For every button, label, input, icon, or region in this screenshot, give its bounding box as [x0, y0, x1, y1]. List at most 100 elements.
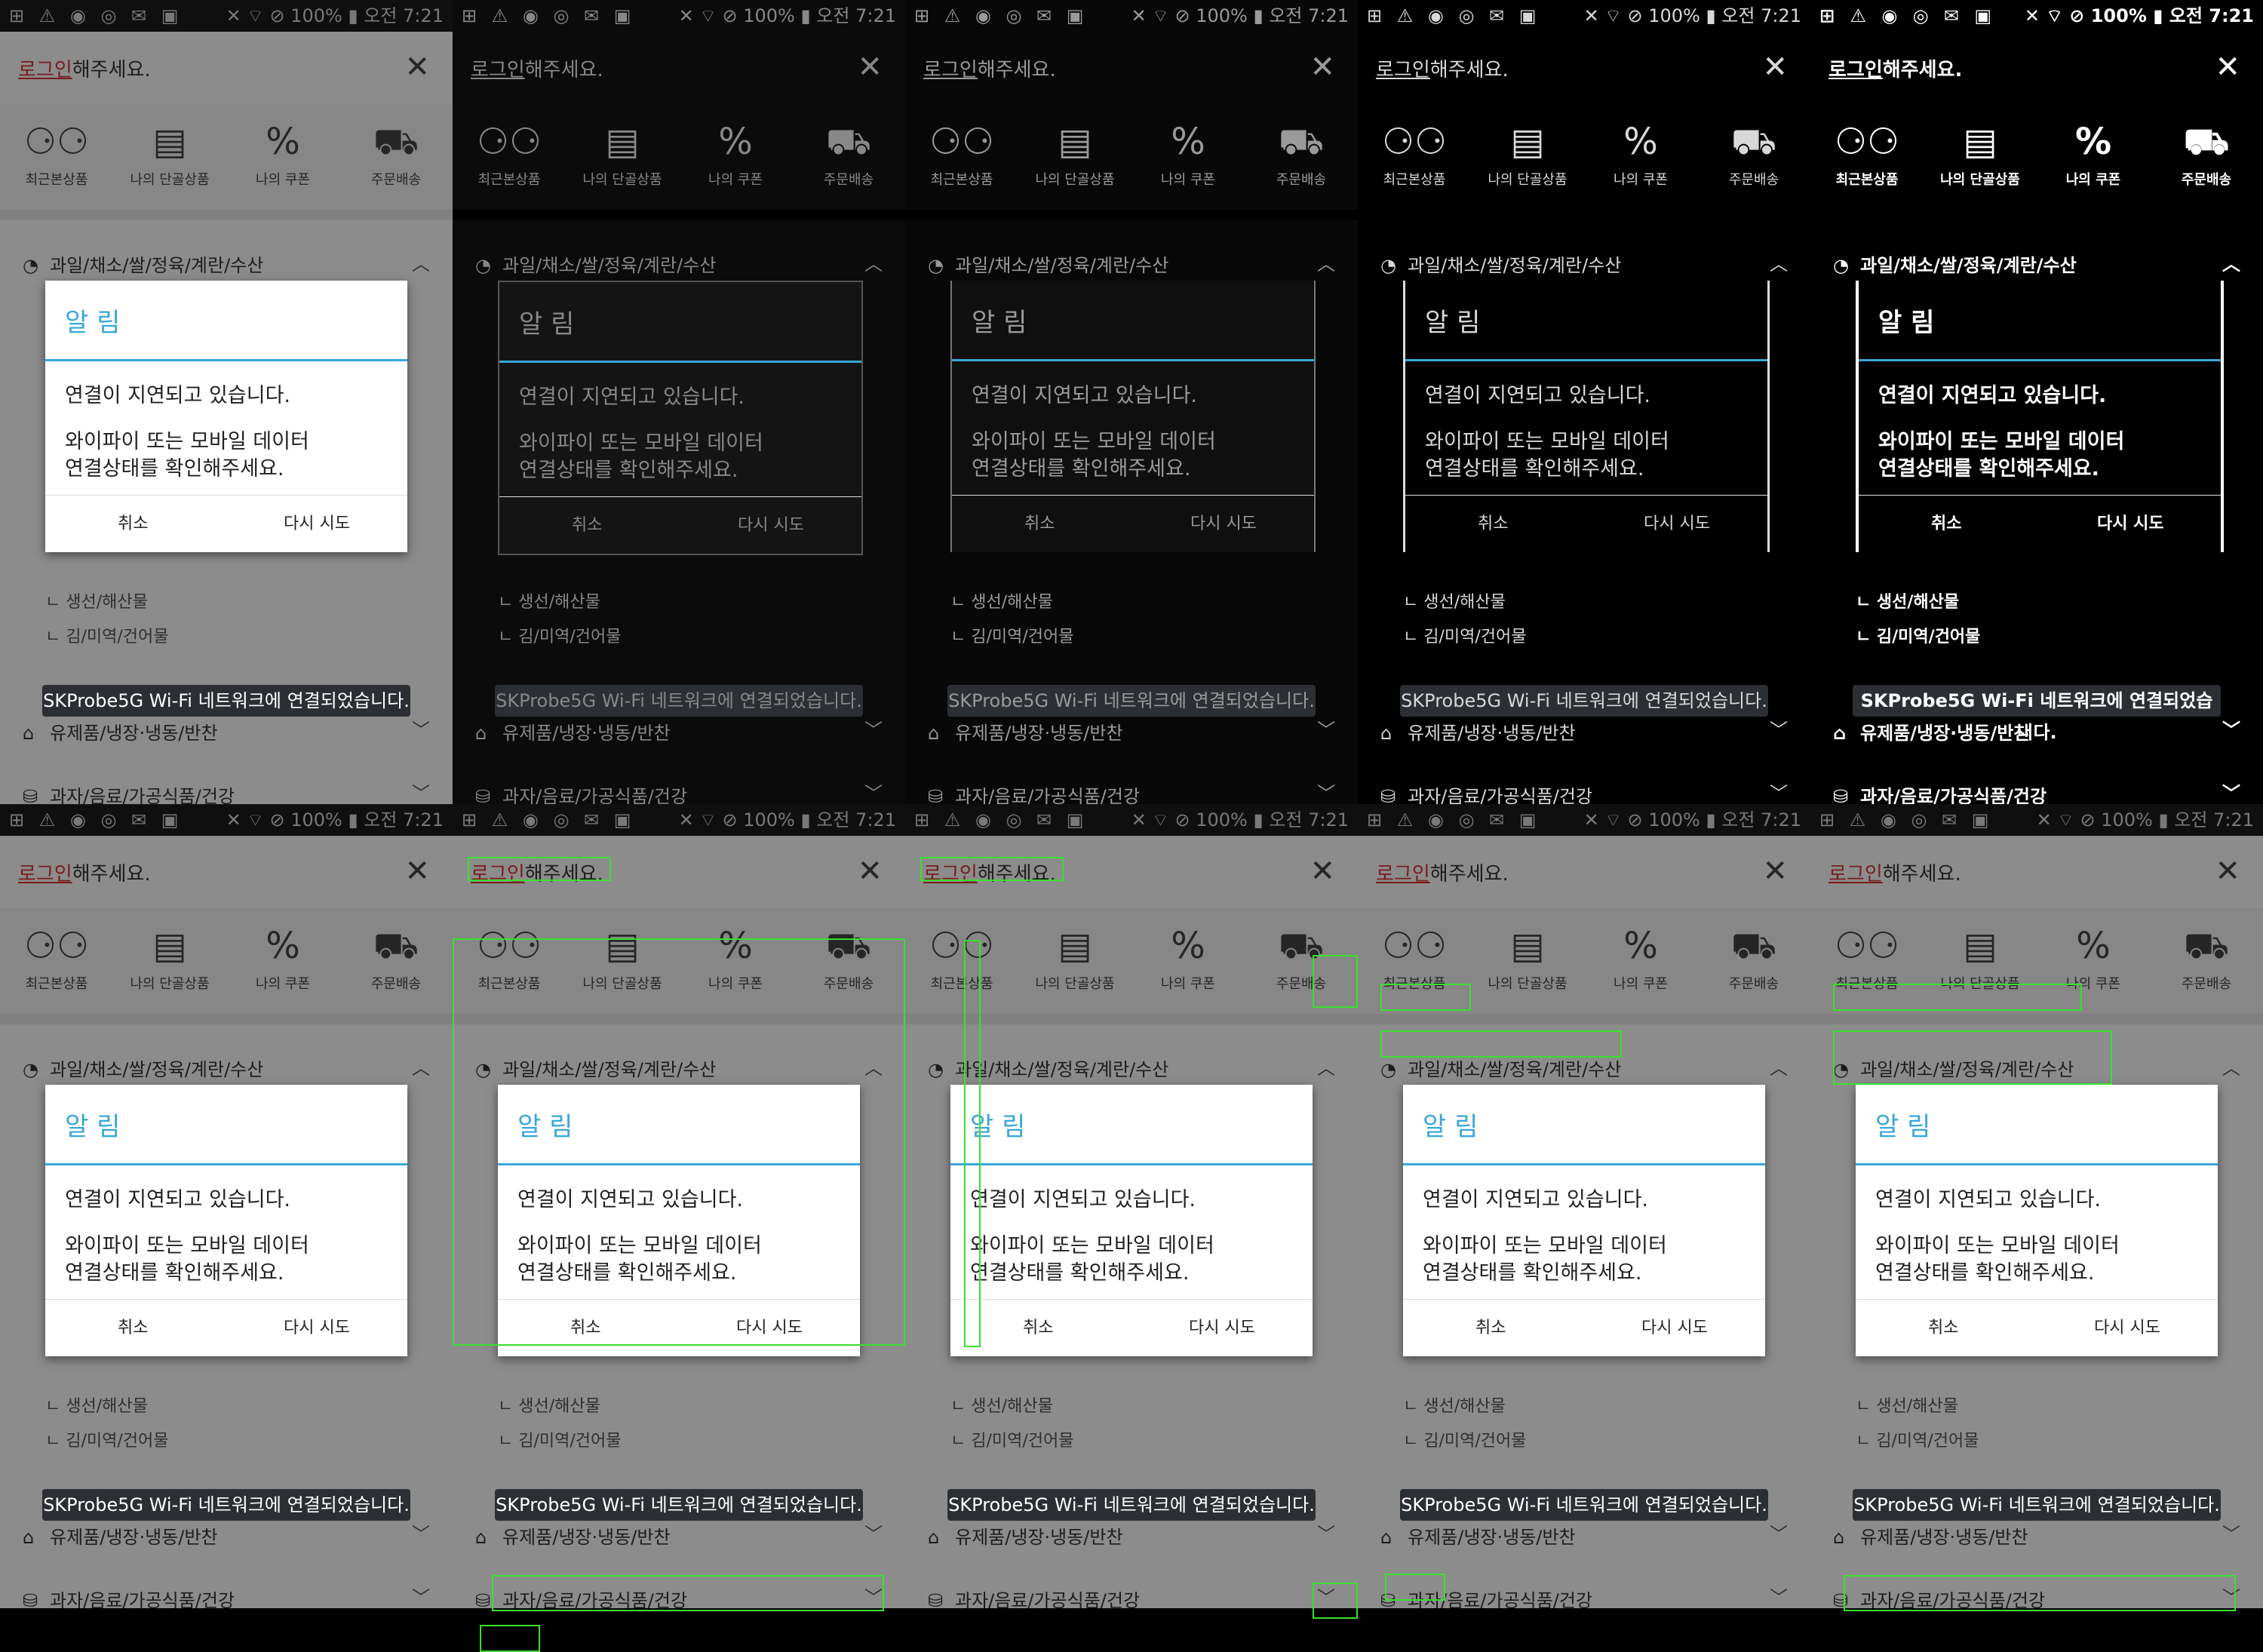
phone-screenshot: ⊞ ⚠ ◉ ◎ ✉ ▣ ✕ ⌔ ⊘ 100% ▮ 오전 7:21 로그인해주세요…: [453, 0, 905, 804]
detection-box: [964, 940, 981, 1347]
alert-dialog: 알 림 연결이 지연되고 있습니다. 와이파이 또는 모바일 데이터 연결상태를…: [498, 281, 863, 555]
retry-button[interactable]: 다시 시도: [1644, 510, 1710, 534]
dialog-detail-line1: 와이파이 또는 모바일 데이터: [972, 430, 1216, 453]
dialog-detail-line2: 연결상태를 확인해주세요.: [1423, 1261, 1642, 1285]
dialog-message: 연결이 지연되고 있습니다.: [1875, 1188, 2101, 1211]
dialog-divider: [45, 359, 407, 361]
dialog-title: 알 림: [519, 309, 575, 339]
retry-button[interactable]: 다시 시도: [2094, 1314, 2160, 1338]
cancel-button[interactable]: 취소: [118, 1314, 148, 1338]
dialog-title: 알 림: [1875, 1112, 1931, 1142]
dialog-detail-line2: 연결상태를 확인해주세요.: [972, 457, 1191, 481]
phone-screenshot: ⊞ ⚠ ◉ ◎ ✉ ▣ ✕ ⌔ ⊘ 100% ▮ 오전 7:21 로그인해주세요…: [1358, 0, 1810, 804]
detection-box: [1833, 1030, 2112, 1085]
dialog-title: 알 림: [65, 308, 121, 338]
dialog-divider: [950, 1163, 1313, 1165]
dialog-divider: [499, 361, 861, 363]
retry-button[interactable]: 다시 시도: [738, 511, 804, 536]
phone-screenshot: ⊞ ⚠ ◉ ◎ ✉ ▣ ✕ ⌔ ⊘ 100% ▮ 오전 7:21 로그인해주세요…: [1810, 0, 2263, 804]
screen: ⊞ ⚠ ◉ ◎ ✉ ▣ ✕ ⌔ ⊘ 100% ▮ 오전 7:21 로그인해주세요…: [1358, 0, 1810, 804]
screen: ⊞ ⚠ ◉ ◎ ✉ ▣ ✕ ⌔ ⊘ 100% ▮ 오전 7:21 로그인해주세요…: [0, 804, 453, 1608]
dialog-separator: [952, 495, 1314, 496]
cancel-button[interactable]: 취소: [118, 510, 148, 534]
cancel-button[interactable]: 취소: [1024, 510, 1055, 534]
screen: ⊞ ⚠ ◉ ◎ ✉ ▣ ✕ ⌔ ⊘ 100% ▮ 오전 7:21 로그인해주세요…: [1810, 804, 2263, 1608]
cancel-button[interactable]: 취소: [1475, 1314, 1506, 1338]
dialog-detail-line2: 연결상태를 확인해주세요.: [65, 457, 284, 481]
dialog-detail-line2: 연결상태를 확인해주세요.: [1878, 457, 2099, 481]
dialog-title: 알 림: [1878, 308, 1935, 338]
detection-box: [453, 938, 905, 1346]
wifi-toast: SKProbe5G Wi-Fi 네트워크에 연결되었습니다.: [1853, 1489, 2221, 1521]
dialog-separator: [45, 495, 407, 496]
dialog-message: 연결이 지연되고 있습니다.: [970, 1188, 1196, 1211]
phone-screenshot: ⊞ ⚠ ◉ ◎ ✉ ▣ ✕ ⌔ ⊘ 100% ▮ 오전 7:21 로그인해주세요…: [1810, 804, 2263, 1608]
dialog-detail-line1: 와이파이 또는 모바일 데이터: [65, 1234, 309, 1257]
detection-box: [1833, 984, 2082, 1011]
detection-box: [1313, 1583, 1358, 1619]
dialog-detail: 와이파이 또는 모바일 데이터 연결상태를 확인해주세요.: [972, 428, 1216, 483]
dialog-title: 알 림: [65, 1112, 121, 1142]
phone-screenshot: ⊞ ⚠ ◉ ◎ ✉ ▣ ✕ ⌔ ⊘ 100% ▮ 오전 7:21 로그인해주세요…: [0, 804, 453, 1608]
screen: ⊞ ⚠ ◉ ◎ ✉ ▣ ✕ ⌔ ⊘ 100% ▮ 오전 7:21 로그인해주세요…: [0, 0, 453, 804]
dialog-separator: [499, 496, 861, 497]
dialog-divider: [1859, 359, 2221, 361]
cancel-button[interactable]: 취소: [1931, 510, 1961, 534]
alert-dialog: 알 림 연결이 지연되고 있습니다. 와이파이 또는 모바일 데이터 연결상태를…: [1403, 1085, 1765, 1356]
dialog-detail: 와이파이 또는 모바일 데이터 연결상태를 확인해주세요.: [970, 1233, 1214, 1287]
retry-button[interactable]: 다시 시도: [284, 510, 350, 534]
dialog-detail-line1: 와이파이 또는 모바일 데이터: [1423, 1234, 1667, 1257]
retry-button[interactable]: 다시 시도: [1641, 1314, 1708, 1338]
detection-box: [468, 857, 611, 881]
dialog-separator: [950, 1299, 1313, 1300]
dialog-separator: [1856, 1299, 2218, 1300]
screen: ⊞ ⚠ ◉ ◎ ✉ ▣ ✕ ⌔ ⊘ 100% ▮ 오전 7:21 로그인해주세요…: [1810, 0, 2263, 804]
alert-dialog: 알 림 연결이 지연되고 있습니다. 와이파이 또는 모바일 데이터 연결상태를…: [1856, 1085, 2218, 1356]
screen: ⊞ ⚠ ◉ ◎ ✉ ▣ ✕ ⌔ ⊘ 100% ▮ 오전 7:21 로그인해주세요…: [905, 0, 1358, 804]
retry-button[interactable]: 다시 시도: [1190, 510, 1257, 534]
dialog-message: 연결이 지연되고 있습니다.: [1878, 384, 2107, 407]
dialog-title: 알 림: [972, 308, 1027, 338]
cancel-button[interactable]: 취소: [572, 511, 602, 536]
cancel-button[interactable]: 취소: [1928, 1314, 1958, 1338]
detection-box: [1380, 1030, 1622, 1058]
detection-box: [1313, 955, 1358, 1008]
dialog-title: 알 림: [1425, 308, 1481, 338]
dialog-detail: 와이파이 또는 모바일 데이터 연결상태를 확인해주세요.: [1425, 428, 1669, 483]
wifi-toast: SKProbe5G Wi-Fi 네트워크에 연결되었습니다.: [42, 685, 410, 717]
wifi-toast: SKProbe5G Wi-Fi 네트워크에 연결되었습니다.: [1400, 1489, 1768, 1521]
phone-screenshot: ⊞ ⚠ ◉ ◎ ✉ ▣ ✕ ⌔ ⊘ 100% ▮ 오전 7:21 로그인해주세요…: [0, 0, 453, 804]
retry-button[interactable]: 다시 시도: [284, 1314, 350, 1338]
dialog-divider: [1403, 1163, 1765, 1165]
dialog-message: 연결이 지연되고 있습니다.: [1423, 1188, 1648, 1211]
dialog-message: 연결이 지연되고 있습니다.: [65, 1188, 290, 1211]
wifi-toast: SKProbe5G Wi-Fi 네트워크에 연결되었습니다.: [947, 1489, 1316, 1521]
phone-screenshot: ⊞ ⚠ ◉ ◎ ✉ ▣ ✕ ⌔ ⊘ 100% ▮ 오전 7:21 로그인해주세요…: [1358, 804, 1810, 1608]
cancel-button[interactable]: 취소: [1023, 1314, 1053, 1338]
dialog-detail-line2: 연결상태를 확인해주세요.: [1425, 457, 1644, 481]
phone-screenshot: ⊞ ⚠ ◉ ◎ ✉ ▣ ✕ ⌔ ⊘ 100% ▮ 오전 7:21 로그인해주세요…: [905, 0, 1358, 804]
dialog-detail-line1: 와이파이 또는 모바일 데이터: [65, 430, 309, 453]
wifi-toast: SKProbe5G Wi-Fi 네트워크에 연결되었습니다.: [1400, 685, 1768, 717]
dialog-message: 연결이 지연되고 있습니다.: [519, 385, 745, 409]
wifi-toast: SKProbe5G Wi-Fi 네트워크에 연결되었습니다.: [495, 685, 863, 717]
alert-dialog: 알 림 연결이 지연되고 있습니다. 와이파이 또는 모바일 데이터 연결상태를…: [950, 281, 1316, 552]
retry-button[interactable]: 다시 시도: [2097, 510, 2164, 534]
detection-box: [1385, 1574, 1445, 1601]
wifi-toast: SKProbe5G Wi-Fi 네트워크에 연결되었습니다.: [1853, 685, 2221, 743]
cancel-button[interactable]: 취소: [1478, 510, 1508, 534]
dialog-detail-line1: 와이파이 또는 모바일 데이터: [1878, 430, 2125, 453]
dialog-title: 알 림: [1423, 1112, 1478, 1142]
dialog-divider: [45, 1163, 407, 1165]
retry-button[interactable]: 다시 시도: [1189, 1314, 1255, 1338]
detection-box: [920, 857, 1064, 881]
wifi-toast: SKProbe5G Wi-Fi 네트워크에 연결되었습니다.: [947, 685, 1316, 717]
dialog-detail-line2: 연결상태를 확인해주세요.: [970, 1261, 1190, 1285]
detection-box: [492, 1575, 884, 1611]
wifi-toast: SKProbe5G Wi-Fi 네트워크에 연결되었습니다.: [42, 1489, 410, 1521]
dialog-separator: [1859, 495, 2221, 496]
dialog-detail-line1: 와이파이 또는 모바일 데이터: [1875, 1234, 2120, 1257]
detection-box: [480, 1625, 540, 1652]
dialog-detail-line2: 연결상태를 확인해주세요.: [65, 1261, 284, 1285]
screen: ⊞ ⚠ ◉ ◎ ✉ ▣ ✕ ⌔ ⊘ 100% ▮ 오전 7:21 로그인해주세요…: [1358, 804, 1810, 1608]
